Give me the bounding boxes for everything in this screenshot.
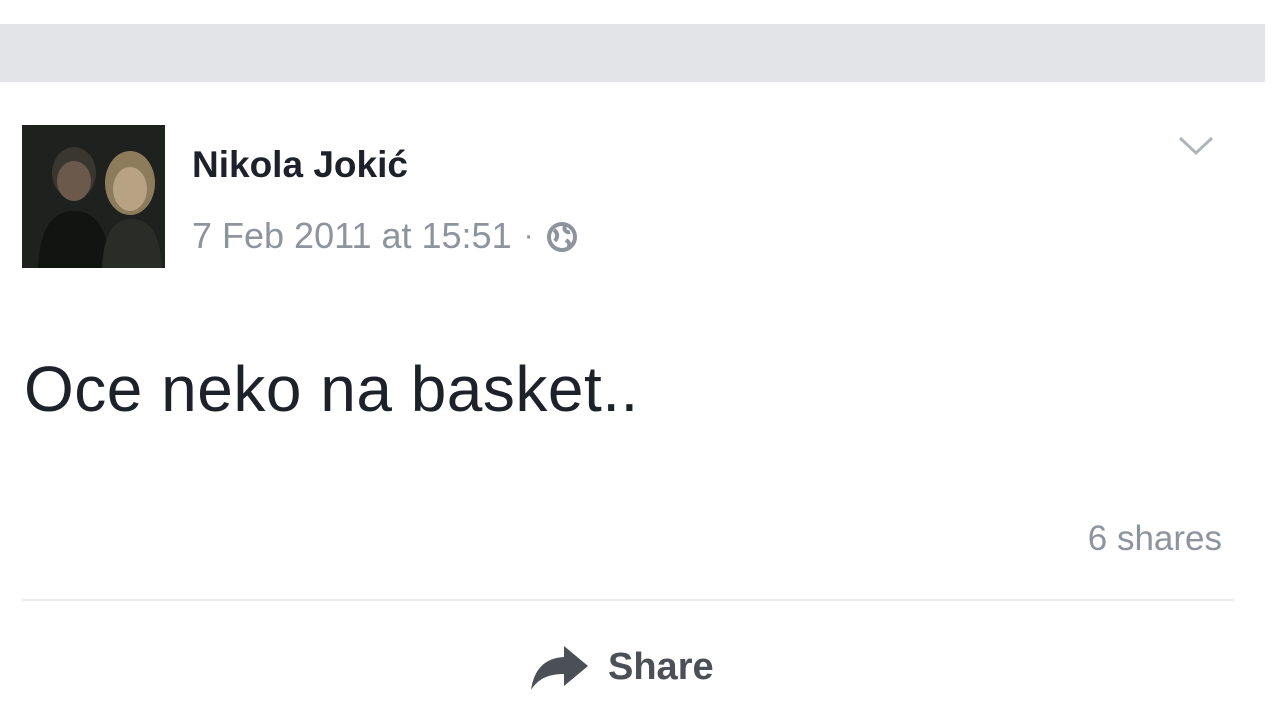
meta-separator: · <box>523 219 534 252</box>
post-card: Nikola Jokić 7 Feb 2011 at 15:51 · Oce n… <box>0 82 1280 726</box>
post-meta: 7 Feb 2011 at 15:51 · <box>192 215 578 257</box>
share-button[interactable]: Share <box>528 642 714 692</box>
post-text: Oce neko na basket.. <box>24 353 639 425</box>
shares-count[interactable]: 6 shares <box>1088 519 1222 559</box>
author-name[interactable]: Nikola Jokić <box>192 144 408 186</box>
avatar-photo <box>22 125 165 268</box>
share-label: Share <box>608 645 714 688</box>
chevron-down-icon[interactable] <box>1176 134 1216 158</box>
divider <box>22 599 1234 601</box>
avatar[interactable] <box>22 125 165 268</box>
share-arrow-icon <box>531 646 588 690</box>
feed-page: Nikola Jokić 7 Feb 2011 at 15:51 · Oce n… <box>0 0 1280 726</box>
top-bar <box>0 24 1265 82</box>
post-timestamp[interactable]: 7 Feb 2011 at 15:51 <box>192 215 512 257</box>
globe-icon[interactable] <box>546 220 578 252</box>
